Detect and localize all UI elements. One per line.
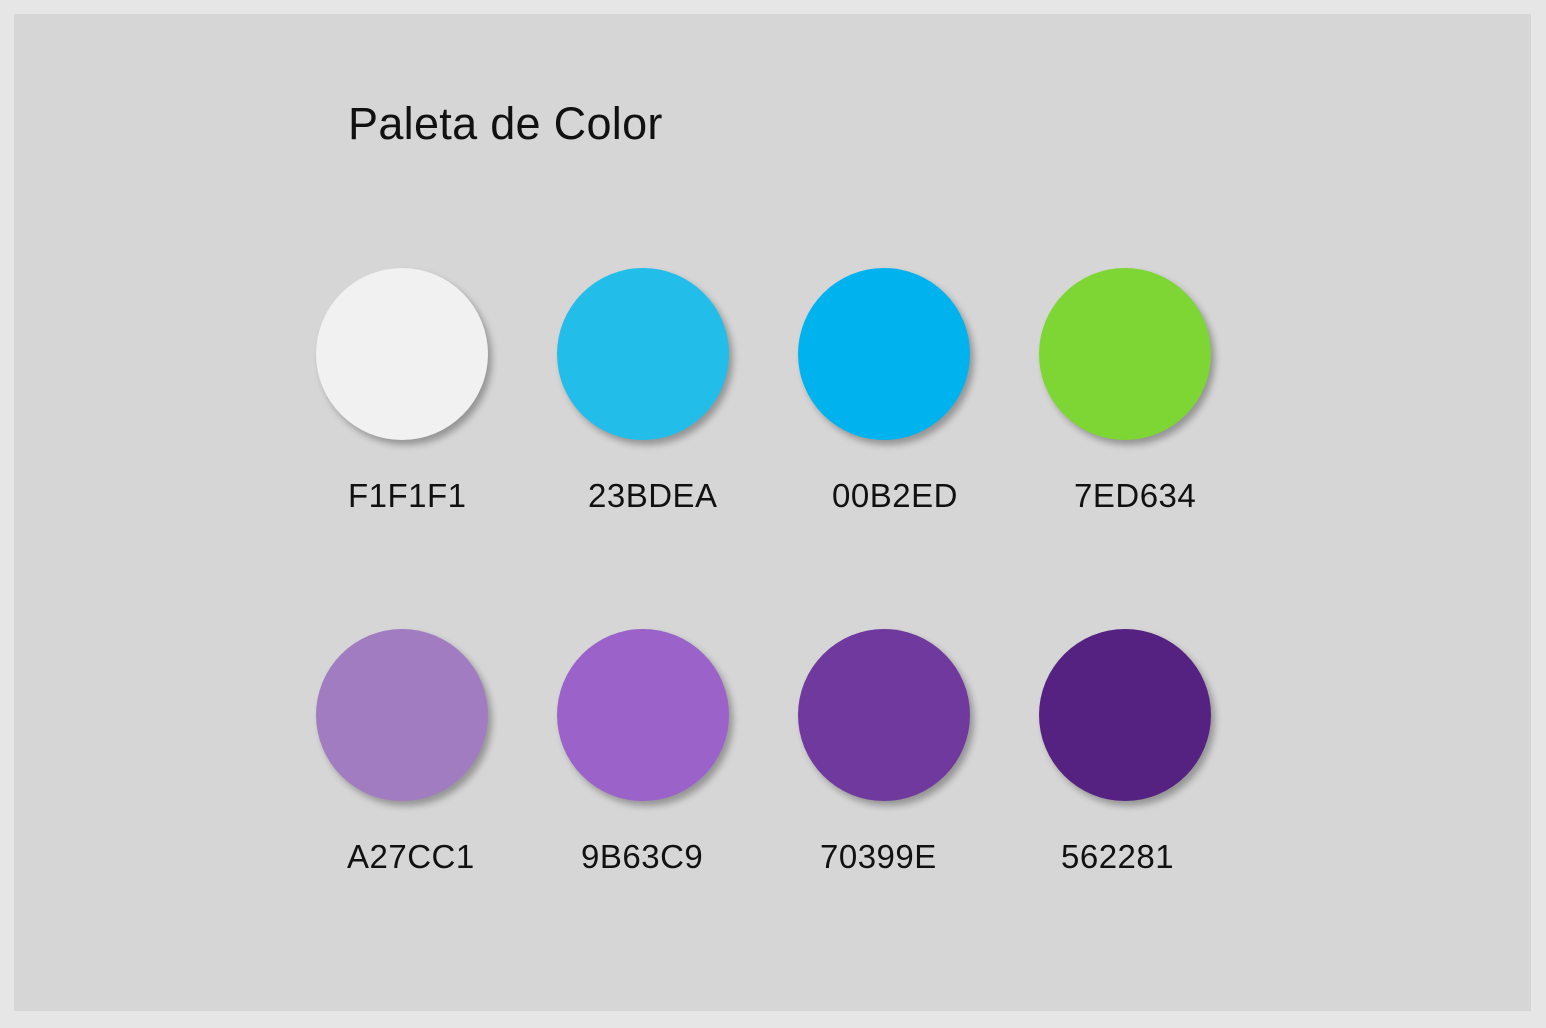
- color-code-label: 7ED634: [1074, 477, 1197, 514]
- color-swatch: [557, 629, 729, 801]
- color-code-label: 562281: [1061, 838, 1175, 875]
- color-swatch: [557, 268, 729, 440]
- color-code-label: 00B2ED: [832, 477, 958, 514]
- color-swatch: [316, 629, 488, 801]
- color-swatch: [798, 268, 970, 440]
- color-code-label: A27CC1: [347, 838, 475, 875]
- color-swatch: [1039, 268, 1211, 440]
- page-title: Paleta de Color: [348, 98, 663, 149]
- color-code-label: 70399E: [820, 838, 937, 875]
- color-code-label: F1F1F1: [348, 477, 467, 514]
- palette-board: [14, 14, 1531, 1011]
- color-code-label: 9B63C9: [581, 838, 704, 875]
- color-swatch: [316, 268, 488, 440]
- color-swatch: [1039, 629, 1211, 801]
- color-swatch: [798, 629, 970, 801]
- color-code-label: 23BDEA: [588, 477, 718, 514]
